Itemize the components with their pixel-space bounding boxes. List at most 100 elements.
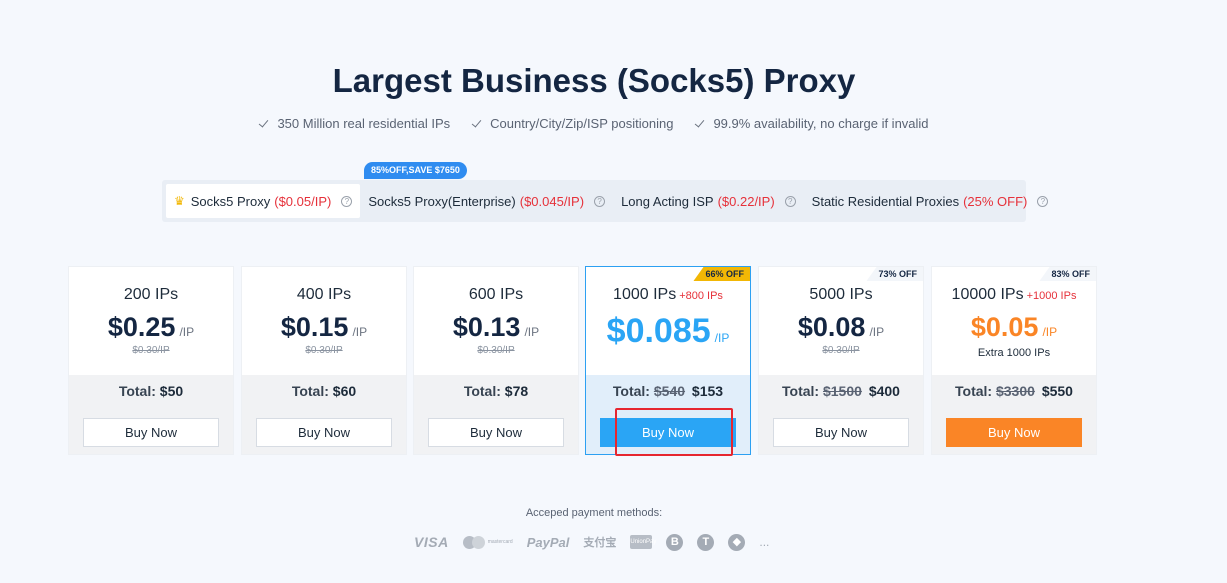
feature-item: 350 Million real residential IPs [259,116,450,131]
tab-label: Long Acting ISP [621,193,714,209]
plan-old-price: $0.30/IP [822,345,860,356]
plan-card-400: 400 IPs $0.15 /IP $0.30/IP Total: $60 Bu… [241,266,407,455]
mastercard-icon: mastercard [462,535,513,549]
tab-socks5-enterprise[interactable]: Socks5 Proxy(Enterprise) ($0.045/IP) ? [360,184,613,218]
buy-now-button[interactable]: Buy Now [83,418,219,447]
total-label: Total: [955,383,993,399]
tab-label: Static Residential Proxies [811,193,960,209]
total-old: $540 [653,383,686,399]
total-label: Total: [612,383,650,399]
plan-old-price: $0.30/IP [305,345,343,356]
total-value: $60 [332,383,357,399]
plan-card-1000: 66% OFF 1000 IPs +800 IPs $0.085 /IP Tota… [585,266,751,455]
bitcoin-icon: B [666,533,684,551]
promo-badge: 85%OFF,SAVE $7650 [364,162,467,179]
ethereum-icon: ◆ [728,533,746,551]
plan-total: Total: $78 [414,383,578,399]
payment-title: Acceped payment methods: [525,507,663,519]
plan-unit: /IP [1042,325,1058,339]
tab-static-residential[interactable]: Static Residential Proxies (25% OFF) ? [804,184,1057,218]
plan-ips: 1000 IPs +800 IPs [586,267,750,304]
plan-ips-count: 10000 IPs [951,286,1024,303]
total-value: $400 [868,383,900,399]
tab-label: Socks5 Proxy(Enterprise) [368,193,516,209]
plan-bonus: +1000 IPs [1026,290,1077,302]
total-old: $1500 [822,383,862,399]
tab-price: (25% OFF) [963,193,1028,209]
feature-list: 350 Million real residential IPs Country… [0,116,1188,131]
help-icon[interactable]: ? [341,195,353,207]
plan-ips: 600 IPs [468,286,524,303]
plan-unit: /IP [869,325,885,339]
check-icon [259,119,268,128]
plan-price: $0.15 [280,312,349,342]
tether-icon: T [697,533,715,551]
plan-card-10000: 83% OFF 10000 IPs +1000 IPs $0.05 /IP Ext… [931,266,1097,455]
feature-text: 350 Million real residential IPs [277,116,451,131]
mastercard-text: mastercard [487,539,513,545]
plan-price: $0.05 [970,312,1039,342]
plan-price: $0.08 [797,312,866,342]
plan-ips: 200 IPs [123,286,179,303]
buy-now-button[interactable]: Buy Now [256,418,392,447]
plan-old-price: $0.30/IP [132,345,170,356]
plan-price: $0.13 [452,312,521,342]
total-old: $3300 [995,383,1035,399]
tab-price: ($0.22/IP) [717,193,775,209]
payment-methods: VISA mastercard PayPal 支付宝 UnionPay B T … [414,533,769,551]
plan-total: Total: $60 [242,383,406,399]
total-value: $153 [691,383,724,399]
plan-total: Total: $1500 $400 [759,383,923,399]
feature-text: Country/City/Zip/ISP positioning [490,116,674,131]
feature-item: Country/City/Zip/ISP positioning [472,116,673,131]
tab-label: Socks5 Proxy [190,193,271,209]
plan-price: $0.085 [606,312,711,350]
plan-old-price: $0.30/IP [477,345,515,356]
plan-ips: 10000 IPs +1000 IPs [932,267,1096,304]
total-label: Total: [463,383,501,399]
tab-price: ($0.05/IP) [274,193,332,209]
more-icon: ... [759,535,770,549]
total-label: Total: [291,383,329,399]
plan-ips-count: 1000 IPs [613,286,677,303]
check-icon [472,119,481,128]
total-label: Total: [118,383,156,399]
total-value: $50 [159,383,184,399]
plan-unit: /IP [714,331,730,345]
unionpay-icon: UnionPay [630,535,656,549]
total-value: $550 [1041,383,1073,399]
help-icon[interactable]: ? [594,195,606,207]
page-title: Largest Business (Socks5) Proxy [332,62,856,99]
product-tabs: ♛ Socks5 Proxy ($0.05/IP) ? Socks5 Proxy… [162,180,1049,222]
paypal-icon: PayPal [526,534,570,550]
buy-now-button[interactable]: Buy Now [946,418,1082,447]
feature-item: 99.9% availability, no charge if invalid [695,116,928,131]
plan-extra: Extra 1000 IPs [977,347,1051,359]
tab-price: ($0.045/IP) [519,193,585,209]
plan-unit: /IP [524,325,540,339]
buy-now-button[interactable]: Buy Now [773,418,909,447]
check-icon [695,119,704,128]
plan-card-200: 200 IPs $0.25 /IP $0.30/IP Total: $50 Bu… [68,266,234,455]
help-icon[interactable]: ? [1037,195,1049,207]
total-label: Total: [782,383,820,399]
feature-text: 99.9% availability, no charge if invalid [713,116,929,131]
buy-now-button[interactable]: Buy Now [428,418,564,447]
tab-socks5-proxy[interactable]: ♛ Socks5 Proxy ($0.05/IP) ? [166,184,361,218]
plan-price: $0.25 [107,312,176,342]
plan-card-600: 600 IPs $0.13 /IP $0.30/IP Total: $78 Bu… [413,266,579,455]
plan-total: Total: $3300 $550 [932,383,1096,399]
buy-now-button[interactable]: Buy Now [600,418,736,447]
tab-long-acting-isp[interactable]: Long Acting ISP ($0.22/IP) ? [613,184,804,218]
plan-ips: 5000 IPs [809,286,873,303]
alipay-icon: 支付宝 [583,537,617,549]
plan-total: Total: $540 $153 [586,383,750,399]
crown-icon: ♛ [174,194,185,208]
help-icon[interactable]: ? [784,195,796,207]
total-value: $78 [504,383,529,399]
plan-unit: /IP [179,325,195,339]
plan-card-5000: 73% OFF 5000 IPs $0.08 /IP $0.30/IP Tota… [758,266,924,455]
plan-ips: 400 IPs [296,286,352,303]
plan-bonus: +800 IPs [679,290,723,302]
plan-unit: /IP [352,325,368,339]
